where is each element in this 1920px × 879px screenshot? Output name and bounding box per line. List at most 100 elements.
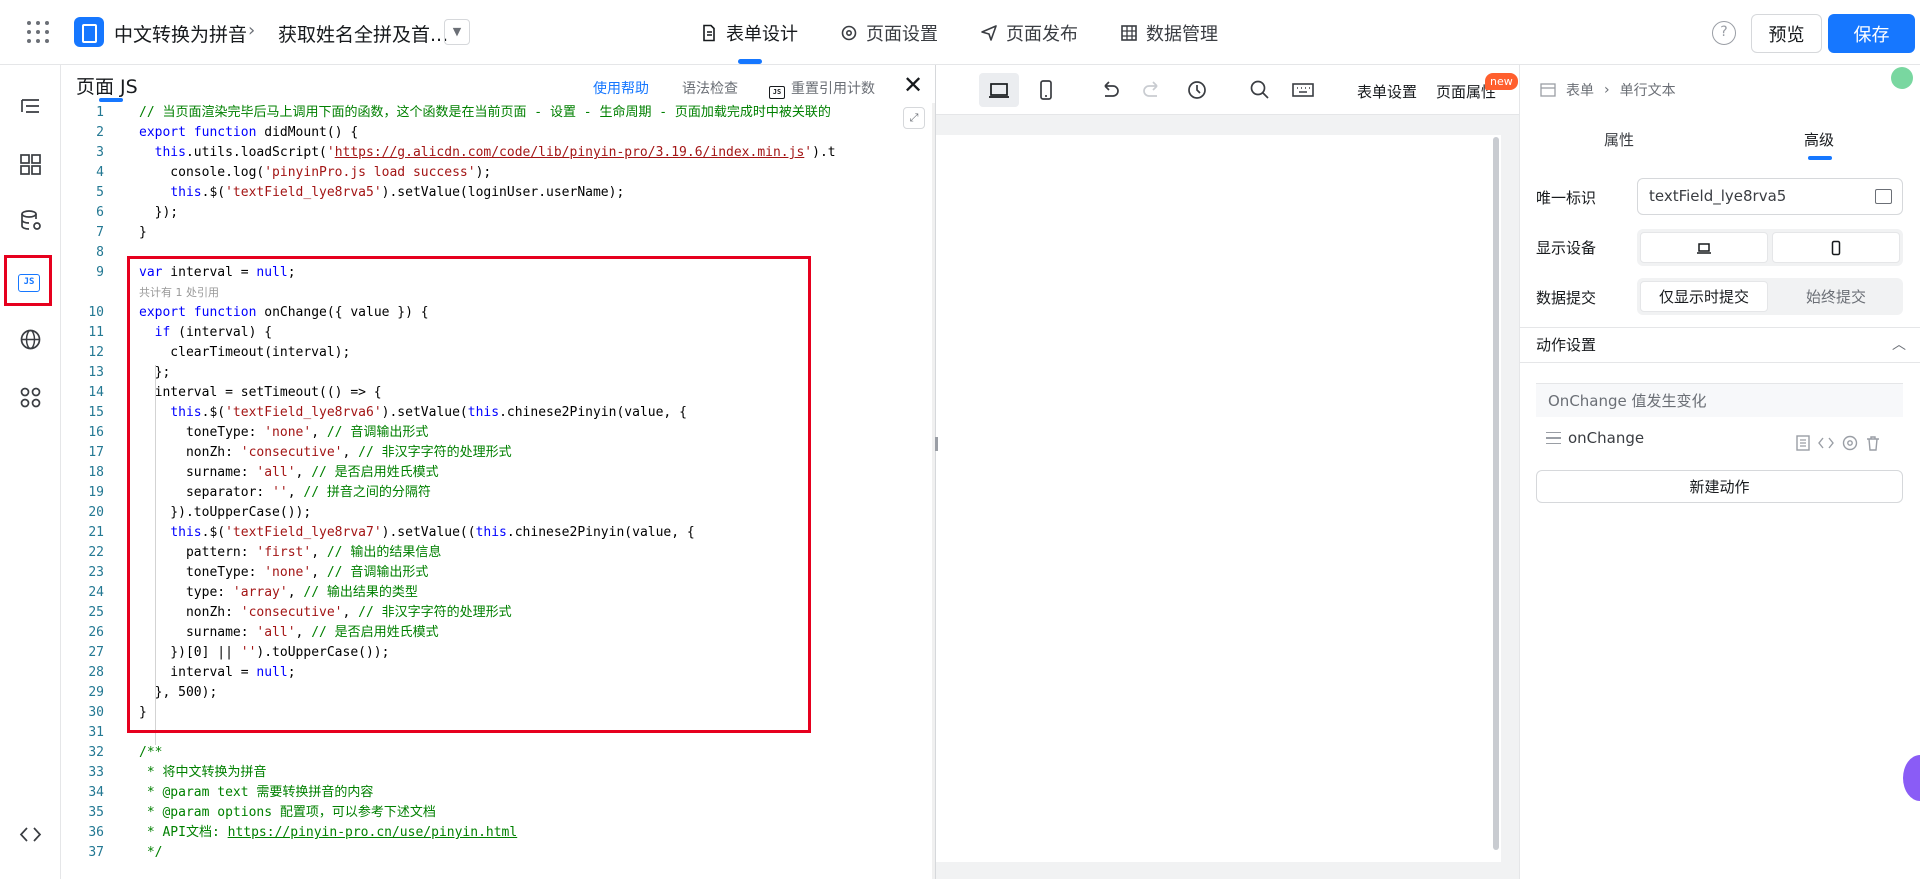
settings-icon[interactable]: [1841, 429, 1859, 451]
plugins-icon[interactable]: [18, 385, 43, 410]
line-number: 14: [88, 385, 104, 400]
reset-refs-button[interactable]: JS 重置引用计数: [769, 78, 875, 99]
page-dropdown-button[interactable]: ▼: [444, 19, 470, 45]
trash-icon[interactable]: [1864, 429, 1882, 451]
page-name[interactable]: 获取姓名全拼及首...: [278, 20, 448, 47]
code-text: * @param text 需要转换拼音的内容: [139, 785, 374, 800]
breadcrumb: 表单 › 单行文本: [1540, 80, 1676, 100]
action-item[interactable]: onChange: [1536, 420, 1903, 456]
line-number: 21: [88, 525, 104, 540]
line-number: 1: [96, 105, 104, 120]
line-number: 32: [88, 745, 104, 760]
left-rail: JS: [0, 65, 61, 879]
redo-icon[interactable]: [1140, 77, 1166, 103]
code-line[interactable]: 6 });: [62, 203, 935, 223]
code-line[interactable]: 34 * @param text 需要转换拼音的内容: [62, 783, 935, 803]
mobile-icon: [1831, 240, 1841, 256]
js-icon[interactable]: JS: [18, 274, 40, 292]
unique-id-value: textField_lye8rva5: [1649, 187, 1787, 205]
code-line[interactable]: 2 export function didMount() {: [62, 123, 935, 143]
section-title: 动作设置: [1536, 336, 1597, 354]
tab-advanced[interactable]: 高级: [1804, 129, 1834, 150]
chevron-right-icon: ›: [1604, 82, 1610, 98]
code-text: }: [139, 225, 147, 240]
device-desktop-option[interactable]: [1640, 232, 1768, 263]
code-line[interactable]: 33 * 将中文转换为拼音: [62, 763, 935, 783]
code-line[interactable]: 5 this.$('textField_lye8rva5').setValue(…: [62, 183, 935, 203]
new-action-button[interactable]: 新建动作: [1536, 470, 1903, 503]
search-icon[interactable]: [1247, 77, 1273, 103]
form-canvas-area: 表单设置 页面属性 new: [935, 65, 1519, 879]
form-preview-canvas[interactable]: [936, 135, 1501, 862]
tab-label: 表单设计: [726, 23, 798, 45]
mobile-icon[interactable]: [1033, 77, 1059, 103]
datasource-icon[interactable]: [18, 208, 43, 233]
gear-icon: [841, 25, 857, 40]
js-small-icon: JS: [769, 86, 785, 99]
line-number: 7: [96, 225, 104, 240]
chevron-up-icon[interactable]: ︿: [1892, 328, 1906, 362]
code-line[interactable]: 36 * API文档: https://pinyin-pro.cn/use/pi…: [62, 823, 935, 843]
use-help-link[interactable]: 使用帮助: [593, 78, 649, 98]
action-settings-header[interactable]: 动作设置 ︿: [1520, 327, 1920, 363]
undo-icon[interactable]: [1096, 77, 1122, 103]
line-number: 12: [88, 345, 104, 360]
canvas-scrollbar[interactable]: [1493, 137, 1499, 850]
code-text: this.utils.loadScript('https://g.alicdn.…: [154, 145, 836, 160]
send-icon: [981, 24, 997, 41]
app-name[interactable]: 中文转换为拼音: [114, 20, 247, 47]
drag-icon[interactable]: [1546, 432, 1561, 444]
grid-apps-icon[interactable]: [27, 21, 49, 43]
tab-form-design[interactable]: 表单设计: [700, 0, 798, 65]
tab-label: 页面设置: [866, 23, 938, 45]
submit-when-shown-option[interactable]: 仅显示时提交: [1640, 281, 1768, 312]
code-line[interactable]: 3 this.utils.loadScript('https://g.alicd…: [62, 143, 935, 163]
code-line[interactable]: 35 * @param options 配置项，可以参考下述文档: [62, 803, 935, 823]
panel-title: 页面 JS: [76, 76, 138, 98]
desktop-icon[interactable]: [986, 77, 1012, 103]
close-icon[interactable]: ✕: [903, 73, 923, 97]
copy-icon[interactable]: [1794, 429, 1812, 451]
history-icon[interactable]: [1184, 77, 1210, 103]
display-device-label: 显示设备: [1536, 239, 1597, 257]
code-toggle-icon[interactable]: [18, 822, 43, 847]
always-submit-option[interactable]: 始终提交: [1772, 281, 1900, 312]
active-tab-indicator: [738, 59, 762, 64]
save-button[interactable]: 保存: [1828, 14, 1915, 53]
line-number: 16: [88, 425, 104, 440]
outline-icon[interactable]: [18, 95, 43, 120]
globe-icon[interactable]: [18, 327, 43, 352]
tab-page-settings[interactable]: 页面设置: [840, 0, 938, 65]
line-number: 19: [88, 485, 104, 500]
code-line[interactable]: 37 */: [62, 843, 935, 863]
components-icon[interactable]: [18, 152, 43, 177]
code-line[interactable]: 4 console.log('pinyinPro.js load success…: [62, 163, 935, 183]
code-line[interactable]: 1 // 当页面渲染完毕后马上调用下面的函数，这个函数是在当前页面 - 设置 - …: [62, 103, 935, 123]
help-icon[interactable]: ?: [1712, 21, 1736, 45]
line-number: 6: [96, 205, 104, 220]
code-text: /**: [139, 745, 163, 760]
tab-properties[interactable]: 属性: [1604, 129, 1634, 150]
breadcrumb-item[interactable]: 单行文本: [1620, 80, 1676, 100]
unique-id-field[interactable]: textField_lye8rva5: [1637, 178, 1903, 215]
device-mobile-option[interactable]: [1772, 232, 1900, 263]
code-text: * @param options 配置项，可以参考下述文档: [139, 805, 436, 820]
form-settings-button[interactable]: 表单设置: [1357, 81, 1417, 102]
lint-button[interactable]: 语法检查: [682, 78, 738, 98]
event-header: OnChange 值发生变化: [1536, 383, 1903, 417]
preview-button[interactable]: 预览: [1751, 14, 1822, 53]
panel-resize-handle[interactable]: [935, 437, 938, 451]
reset-refs-label: 重置引用计数: [791, 81, 875, 97]
tab-data-management[interactable]: 数据管理: [1120, 0, 1218, 65]
tab-page-publish[interactable]: 页面发布: [980, 0, 1078, 65]
breadcrumb-item[interactable]: 表单: [1566, 80, 1594, 100]
line-number: 4: [96, 165, 104, 180]
code-icon[interactable]: [1817, 429, 1835, 449]
keyboard-icon[interactable]: [1290, 77, 1316, 103]
code-line[interactable]: 32 /**: [62, 743, 935, 763]
title-underline: [99, 98, 123, 102]
line-number: 2: [96, 125, 104, 140]
table-icon: [1121, 24, 1137, 41]
code-line[interactable]: 7}: [62, 223, 935, 243]
picker-icon[interactable]: [1875, 189, 1892, 204]
